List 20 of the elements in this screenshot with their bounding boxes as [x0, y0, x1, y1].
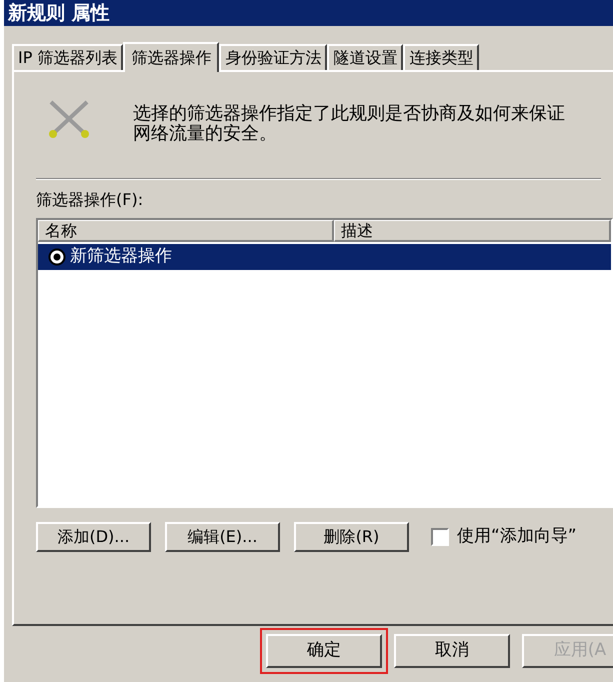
- radio-icon[interactable]: [48, 248, 66, 266]
- column-header[interactable]: 名称: [38, 220, 334, 242]
- description-text: 选择的筛选器操作指定了此规则是否协商及如何来保证网络流量的安全。: [133, 104, 566, 144]
- tab[interactable]: 隧道设置: [327, 44, 404, 70]
- tab[interactable]: 筛选器操作: [123, 42, 220, 72]
- list-button[interactable]: 编辑(E)...: [165, 522, 280, 552]
- list-button[interactable]: 添加(D)...: [36, 522, 151, 552]
- row-text: 新筛选器操作: [70, 245, 172, 268]
- checkbox[interactable]: [431, 528, 449, 546]
- crossed-swords-icon: [47, 100, 91, 140]
- checkbox-label[interactable]: 使用“添加向导”: [457, 524, 577, 550]
- dialog-button[interactable]: 确定: [266, 634, 382, 668]
- tab[interactable]: 身份验证方法: [219, 44, 328, 70]
- list-row[interactable]: 新筛选器操作: [38, 244, 611, 270]
- tab[interactable]: 连接类型: [403, 44, 480, 70]
- column-header[interactable]: 描述: [334, 220, 611, 242]
- list-button[interactable]: 删除(R): [294, 522, 409, 552]
- window-title: 新规则 属性: [8, 0, 110, 26]
- dialog-button[interactable]: 取消: [394, 634, 510, 668]
- list-label: 筛选器操作(F):: [36, 189, 144, 211]
